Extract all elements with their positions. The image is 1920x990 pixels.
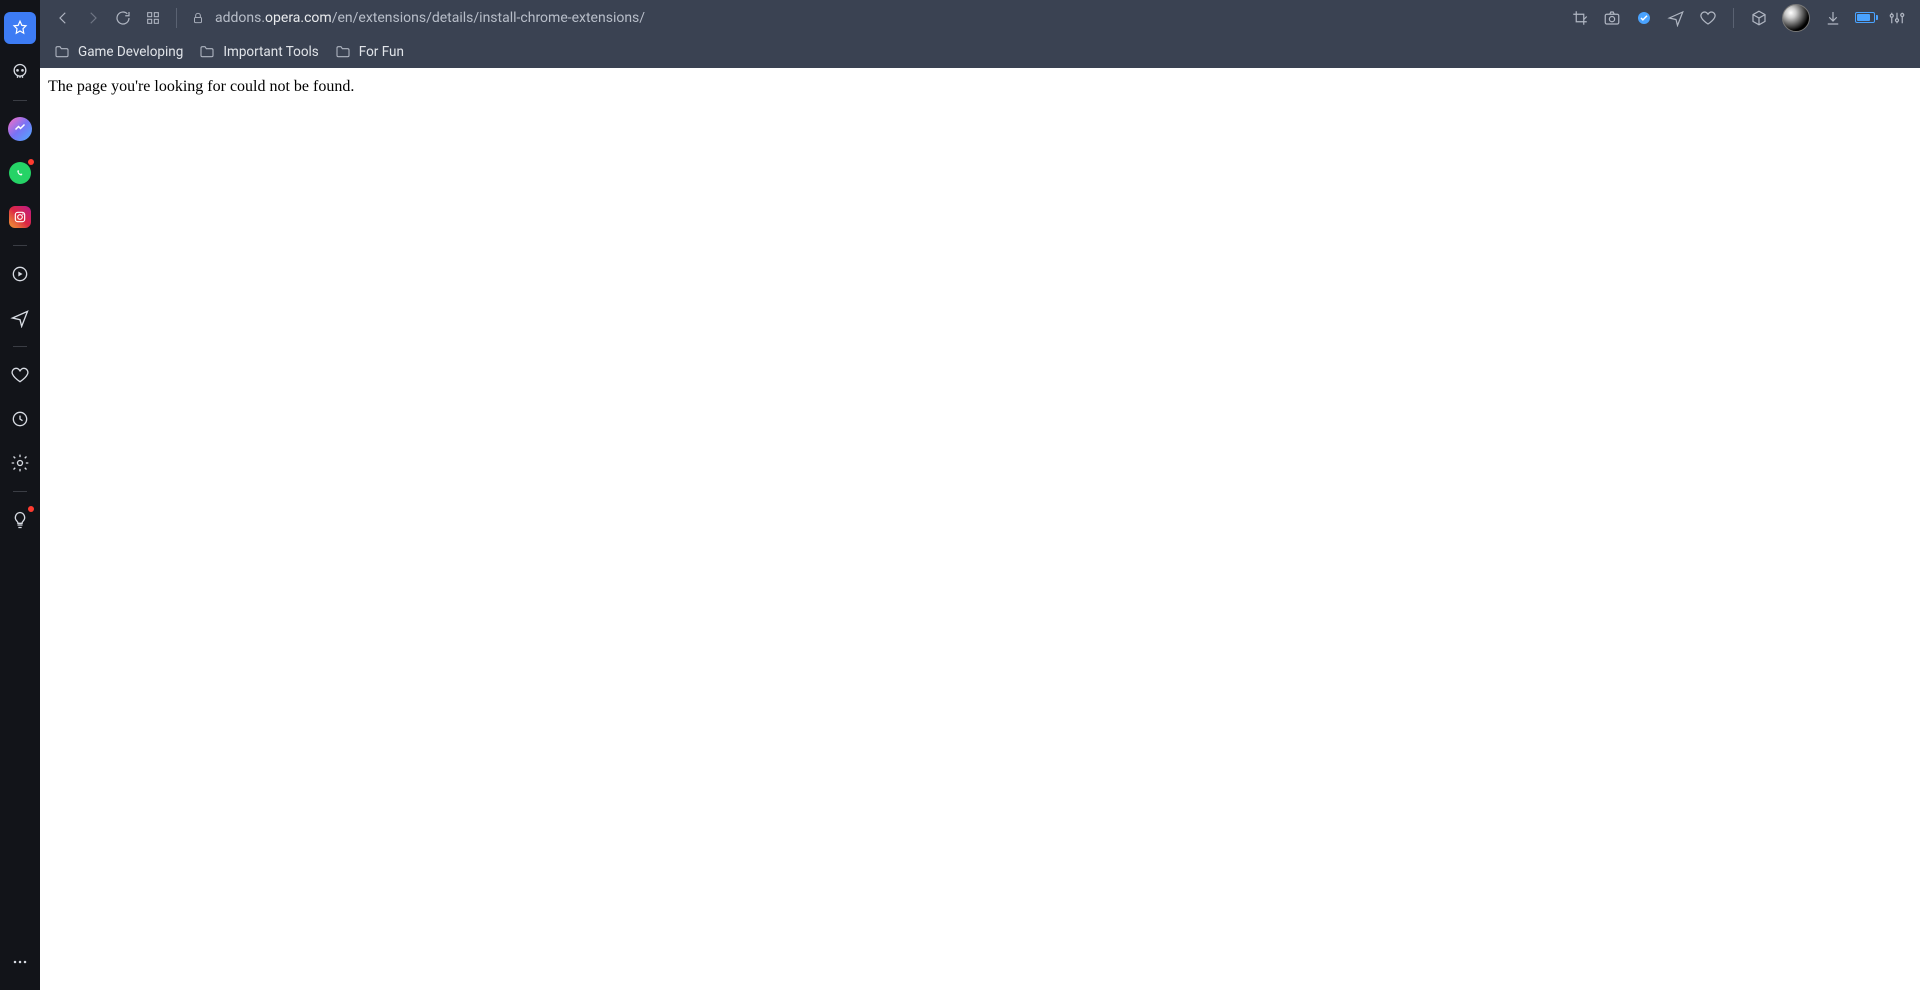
extensions-button[interactable] — [1744, 3, 1774, 33]
easy-setup-button[interactable] — [1882, 3, 1912, 33]
shield-button[interactable] — [1629, 3, 1659, 33]
send-icon — [10, 308, 30, 328]
downloads-button[interactable] — [1818, 3, 1848, 33]
crop-button[interactable] — [1565, 3, 1595, 33]
sidebar-divider — [13, 491, 27, 492]
sidebar-divider — [13, 245, 27, 246]
not-found-message: The page you're looking for could not be… — [48, 78, 1912, 96]
toolbar-right — [1565, 3, 1912, 33]
url-host: opera.com — [265, 10, 332, 26]
back-button[interactable] — [48, 3, 78, 33]
more-horizontal-icon — [10, 952, 30, 972]
bookmark-label: Important Tools — [223, 44, 318, 60]
sidebar-history[interactable] — [4, 403, 36, 435]
battery-icon — [1855, 12, 1875, 23]
chevron-left-icon — [54, 9, 72, 27]
toolbar-separator — [176, 8, 177, 28]
whatsapp-icon — [9, 162, 31, 184]
sidebar-messenger[interactable] — [4, 113, 36, 145]
sidebar-instagram[interactable] — [4, 201, 36, 233]
url-text: addons.opera.com/en/extensions/details/i… — [215, 10, 645, 26]
sidebar-whatsapp[interactable] — [4, 157, 36, 189]
main-area: addons.opera.com/en/extensions/details/i… — [40, 0, 1920, 990]
sidebar-divider — [13, 100, 27, 101]
gear-icon — [10, 453, 30, 473]
notification-dot — [28, 159, 34, 165]
bookmarks-bar: Game Developing Important Tools For Fun — [40, 35, 1920, 68]
toolbar: addons.opera.com/en/extensions/details/i… — [40, 0, 1920, 35]
shield-check-icon — [1635, 9, 1653, 27]
battery-button[interactable] — [1850, 3, 1880, 33]
bulb-icon — [10, 510, 30, 530]
address-bar[interactable]: addons.opera.com/en/extensions/details/i… — [185, 10, 1565, 26]
skull-icon — [10, 62, 30, 82]
forward-button[interactable] — [78, 3, 108, 33]
sliders-icon — [1888, 9, 1906, 27]
sidebar-speed-dial[interactable] — [4, 12, 36, 44]
bookmark-folder-for-fun[interactable]: For Fun — [335, 44, 404, 60]
sidebar-skull[interactable] — [4, 56, 36, 88]
left-sidebar — [0, 0, 40, 990]
heart-toolbar-button[interactable] — [1693, 3, 1723, 33]
messenger-icon — [8, 117, 32, 141]
instagram-icon — [9, 206, 31, 228]
folder-icon — [54, 44, 70, 60]
grid-icon — [145, 10, 161, 26]
star-icon — [11, 19, 29, 37]
lock-icon[interactable] — [191, 11, 205, 25]
toolbar-separator — [1733, 8, 1734, 28]
camera-icon — [1603, 9, 1621, 27]
sidebar-heart[interactable] — [4, 359, 36, 391]
folder-icon — [335, 44, 351, 60]
bookmark-folder-game-developing[interactable]: Game Developing — [54, 44, 183, 60]
bookmark-label: For Fun — [359, 44, 404, 60]
sidebar-more[interactable] — [4, 946, 36, 978]
reload-icon — [114, 9, 132, 27]
clock-icon — [10, 409, 30, 429]
sidebar-send[interactable] — [4, 302, 36, 334]
folder-icon — [199, 44, 215, 60]
reload-button[interactable] — [108, 3, 138, 33]
heart-icon — [10, 365, 30, 385]
page-content: The page you're looking for could not be… — [40, 68, 1920, 990]
send-toolbar-button[interactable] — [1661, 3, 1691, 33]
notification-dot — [28, 506, 34, 512]
snapshot-button[interactable] — [1597, 3, 1627, 33]
chevron-right-icon — [84, 9, 102, 27]
sidebar-bulb[interactable] — [4, 504, 36, 536]
bookmark-label: Game Developing — [78, 44, 183, 60]
sidebar-divider — [13, 346, 27, 347]
play-circle-icon — [10, 264, 30, 284]
sidebar-settings[interactable] — [4, 447, 36, 479]
send-icon — [1667, 9, 1685, 27]
crop-icon — [1571, 9, 1589, 27]
bookmark-folder-important-tools[interactable]: Important Tools — [199, 44, 318, 60]
cube-icon — [1750, 9, 1768, 27]
tab-island-button[interactable] — [138, 3, 168, 33]
url-prefix: addons. — [215, 10, 265, 26]
url-path: /en/extensions/details/install-chrome-ex… — [332, 10, 645, 26]
heart-icon — [1699, 9, 1717, 27]
download-icon — [1824, 9, 1842, 27]
sidebar-player[interactable] — [4, 258, 36, 290]
profile-avatar[interactable] — [1782, 4, 1810, 32]
